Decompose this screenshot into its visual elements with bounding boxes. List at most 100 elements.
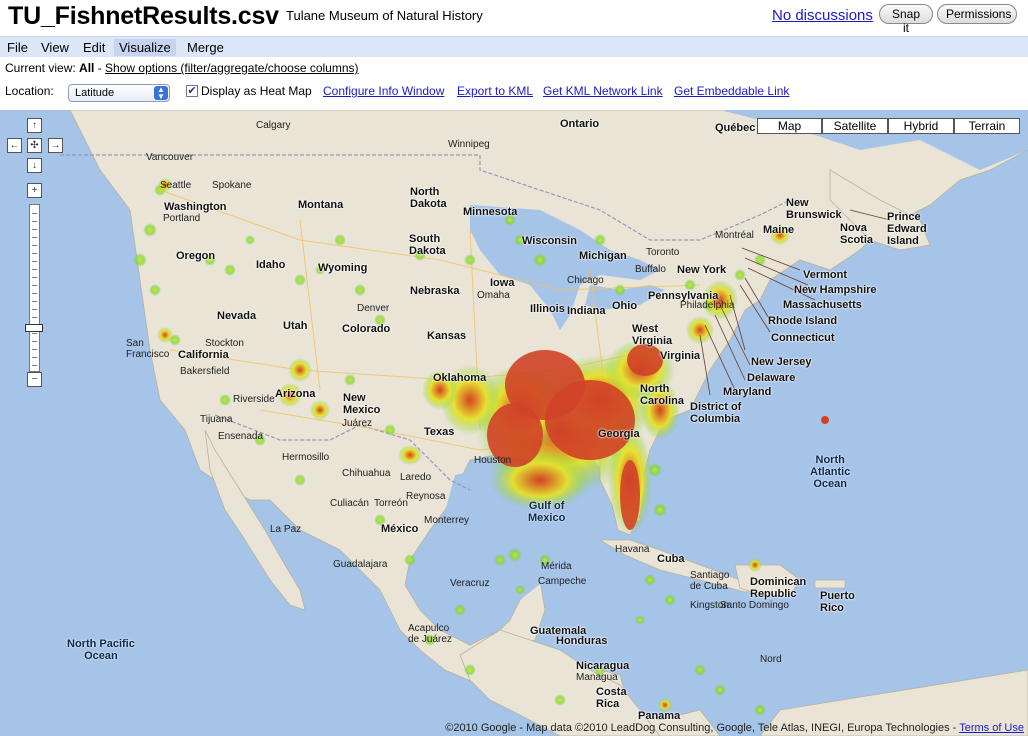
pan-right-icon[interactable]: → [48, 138, 63, 153]
map-type-satellite[interactable]: Satellite [822, 118, 888, 134]
label-vancouver: Vancouver [146, 152, 194, 163]
label-prince-edward-island: Prince Edward Island [887, 211, 927, 247]
zoom-out-icon[interactable]: − [27, 372, 42, 387]
label-santiago-de-cuba: Santiago de Cuba [690, 570, 730, 592]
zoom-slider[interactable] [29, 204, 40, 372]
label-vermont: Vermont [803, 269, 848, 281]
label-massachusetts: Massachusetts [783, 299, 862, 311]
label-veracruz: Veracruz [450, 578, 490, 589]
label-guadalajara: Guadalajara [333, 559, 388, 570]
label-ontario: Ontario [560, 118, 600, 130]
pan-center-icon[interactable]: ✣ [27, 138, 42, 153]
label-la-paz: La Paz [270, 524, 302, 535]
map-attribution: ©2010 Google - Map data ©2010 LeadDog Co… [445, 722, 1024, 734]
label-chihuahua: Chihuahua [342, 468, 391, 479]
discussions-link[interactable]: No discussions [772, 7, 873, 24]
label-north-atlantic-ocean: North Atlantic Ocean [810, 454, 851, 490]
menu-edit[interactable]: Edit [78, 39, 110, 56]
terms-of-use-link[interactable]: Terms of Use [959, 722, 1024, 734]
label-nord: Nord [760, 654, 782, 665]
label-new-brunswick: New Brunswick [786, 197, 842, 221]
label-houston: Houston [474, 455, 512, 466]
label-managua: Managua [576, 672, 618, 683]
label-nebraska: Nebraska [410, 285, 460, 297]
heat-map-checkbox[interactable]: ✔ [186, 85, 198, 97]
zoom-in-icon[interactable]: + [27, 183, 42, 198]
embeddable-link[interactable]: Get Embeddable Link [674, 84, 789, 98]
show-options-link[interactable]: Show options (filter/aggregate/choose co… [105, 61, 358, 75]
map-type-hybrid[interactable]: Hybrid [888, 118, 954, 134]
location-select[interactable]: Latitude ▲ ▼ [68, 84, 170, 102]
label-minnesota: Minnesota [463, 206, 518, 218]
label-reynosa: Reynosa [406, 491, 446, 502]
export-kml-link[interactable]: Export to KML [457, 84, 533, 98]
label-kingston: Kingston [690, 600, 729, 611]
menu-file[interactable]: File [2, 39, 33, 56]
label-wisconsin: Wisconsin [522, 235, 577, 247]
label-delaware: Delaware [747, 372, 796, 384]
label-denver: Denver [357, 303, 390, 314]
label-new-jersey: New Jersey [751, 356, 812, 368]
pan-down-icon[interactable]: ↓ [27, 158, 42, 173]
label-dominican-republic: Dominican Republic [750, 576, 807, 600]
configure-info-window-link[interactable]: Configure Info Window [323, 84, 444, 98]
kml-network-link[interactable]: Get KML Network Link [543, 84, 663, 98]
pan-left-icon[interactable]: ← [7, 138, 22, 153]
label-buffalo: Buffalo [635, 264, 666, 275]
map-type-map[interactable]: Map [757, 118, 822, 134]
label-honduras: Honduras [556, 635, 608, 647]
label-monterrey: Monterrey [424, 515, 470, 526]
label-torreon: Torreón [374, 498, 408, 509]
label-chicago: Chicago [567, 275, 604, 286]
menu-view[interactable]: View [36, 39, 74, 56]
label-san-francisco: San Francisco [126, 338, 170, 360]
label-cuba: Cuba [657, 553, 685, 565]
label-new-mexico: New Mexico [343, 392, 381, 416]
menu-visualize[interactable]: Visualize [114, 39, 176, 56]
label-south-dakota: South Dakota [409, 233, 446, 257]
menu-merge[interactable]: Merge [182, 39, 229, 56]
label-illinois: Illinois [530, 303, 565, 315]
label-toronto: Toronto [646, 247, 680, 258]
label-texas: Texas [424, 426, 455, 438]
label-nova-scotia: Nova Scotia [840, 222, 874, 246]
current-view-label: Current view: [5, 61, 76, 75]
label-omaha: Omaha [477, 290, 510, 301]
label-merida: Mérida [541, 561, 572, 572]
label-portland: Portland [163, 213, 201, 224]
label-wyoming: Wyoming [318, 262, 368, 274]
label-calgary: Calgary [256, 120, 291, 131]
location-toolbar: Location: Latitude ▲ ▼ ✔ Display as Heat … [0, 82, 1028, 106]
snap-it-button[interactable]: Snap it [879, 4, 933, 35]
label-panama: Panama [638, 710, 681, 722]
label-mexico: México [381, 523, 419, 535]
label-north-pacific-ocean: North Pacific Ocean [67, 638, 135, 662]
label-puerto-rico: Puerto Rico [820, 590, 855, 614]
label-north-dakota: North Dakota [410, 186, 447, 210]
permissions-button[interactable]: Permissions [937, 4, 1017, 24]
label-havana: Havana [615, 544, 650, 555]
label-iowa: Iowa [490, 277, 515, 289]
menu-bar: File View Edit Visualize Merge [0, 36, 1028, 57]
label-santo-domingo: Santo Domingo [720, 600, 789, 611]
label-oklahoma: Oklahoma [433, 372, 487, 384]
label-new-york: New York [677, 264, 727, 276]
label-indiana: Indiana [567, 305, 606, 317]
label-district-of-columbia: District of Columbia [690, 401, 742, 425]
table-title: TU_FishnetResults.csv [8, 2, 279, 30]
zoom-slider-thumb[interactable] [25, 324, 43, 332]
pan-up-icon[interactable]: ↑ [27, 118, 42, 133]
current-view-value: All [79, 61, 95, 75]
label-ensenada: Ensenada [218, 431, 264, 442]
label-tijuana: Tijuana [200, 414, 233, 425]
label-spokane: Spokane [212, 180, 252, 191]
heat-map-label[interactable]: Display as Heat Map [201, 84, 312, 98]
label-campeche: Campeche [538, 576, 587, 587]
label-west-virginia: West Virginia [632, 323, 673, 347]
map-type-terrain[interactable]: Terrain [954, 118, 1020, 134]
select-arrows-icon: ▲ ▼ [154, 86, 168, 101]
map-canvas[interactable]: Ontario Québec Calgary Winnipeg Vancouve… [0, 110, 1028, 736]
label-arizona: Arizona [275, 388, 316, 400]
label-north-carolina: North Carolina [640, 383, 685, 407]
label-winnipeg: Winnipeg [448, 139, 490, 150]
